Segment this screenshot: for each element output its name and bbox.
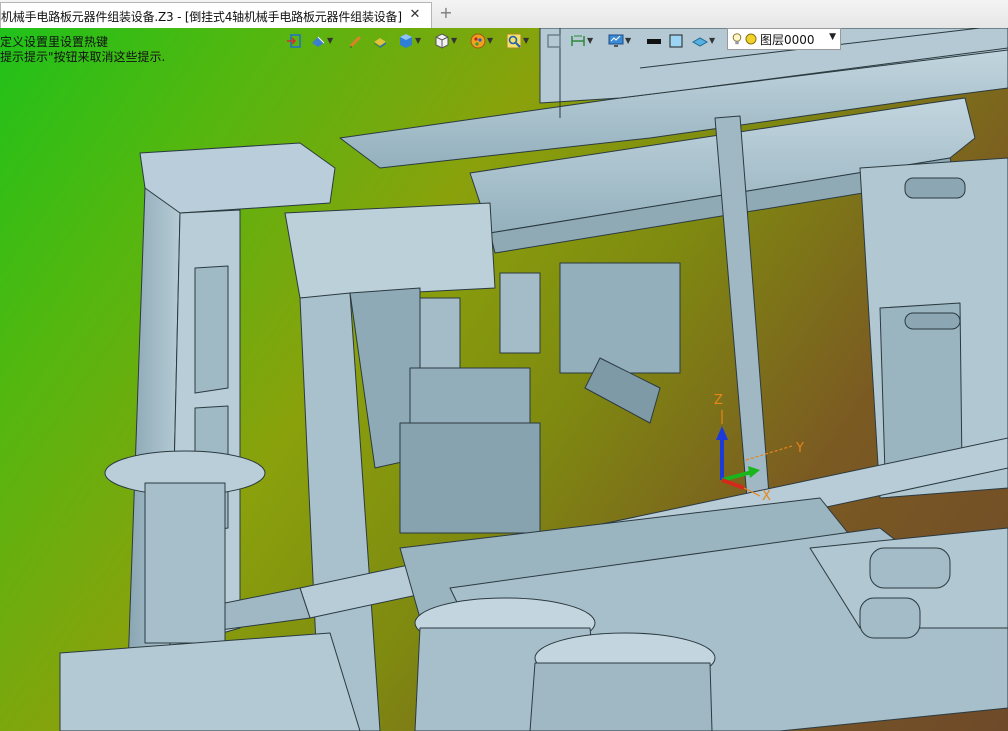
- layer-name: 图层0000: [760, 32, 815, 47]
- document-tab-bar: 机械手电路板元器件组装设备.Z3 - [倒挂式4轴机械手电路板元器件组装设备] …: [0, 0, 1008, 29]
- layer-color-icon: [745, 33, 757, 45]
- color-icon: [647, 39, 661, 44]
- view-align-icon: [287, 34, 301, 48]
- chevron-down-icon: ▼: [709, 36, 716, 45]
- background-color-button[interactable]: [668, 30, 684, 52]
- z-axis-arrow: [716, 426, 728, 440]
- display-settings-button[interactable]: ▼: [608, 30, 632, 52]
- plane-button[interactable]: ▼: [692, 30, 716, 52]
- document-tab-title: 机械手电路板元器件组装设备.Z3 - [倒挂式4轴机械手电路板元器件组装设备]: [1, 10, 402, 24]
- chevron-down-icon: ▼: [587, 36, 594, 45]
- chevron-down-icon: ▼: [829, 32, 836, 42]
- chevron-down-icon: ▼: [451, 36, 458, 45]
- wire-view-button[interactable]: ▼: [434, 30, 458, 52]
- box-display-button[interactable]: [372, 30, 388, 52]
- hint-line-2: 提示提示"按钮来取消这些提示.: [0, 50, 166, 64]
- background-color-icon: [669, 34, 683, 48]
- dimension-icon: [571, 35, 585, 46]
- view-align-button[interactable]: [286, 30, 302, 52]
- chevron-down-icon: ▼: [487, 36, 494, 45]
- solid-view-button[interactable]: ▼: [398, 30, 422, 52]
- color-button[interactable]: [646, 30, 662, 52]
- render-mode-icon: [312, 36, 325, 47]
- chevron-down-icon: ▼: [523, 36, 530, 45]
- frame-button[interactable]: [546, 30, 562, 52]
- 3d-viewport[interactable]: 定义设置里设置热键 提示提示"按钮来取消这些提示. ▼ ▼ ▼ ▼ ▼ ▼ ▼ …: [0, 28, 1008, 731]
- box-display-icon: [374, 38, 386, 48]
- y-axis-label: Y: [795, 441, 804, 456]
- chevron-down-icon: ▼: [415, 36, 422, 45]
- appearance-button[interactable]: ▼: [470, 30, 494, 52]
- dimension-button[interactable]: ▼: [570, 30, 594, 52]
- close-tab-icon[interactable]: ✕: [407, 7, 423, 23]
- render-mode-button[interactable]: ▼: [310, 30, 334, 52]
- zoom-icon: [506, 33, 522, 49]
- display-settings-icon: [608, 34, 624, 47]
- solid-cube-icon: [400, 34, 412, 48]
- layer-dropdown[interactable]: 图层0000 ▼: [727, 28, 841, 50]
- frame-icon: [547, 34, 561, 48]
- z-axis-label: Z: [714, 393, 723, 408]
- chevron-down-icon: ▼: [625, 36, 632, 45]
- x-axis-label: X: [762, 489, 771, 503]
- appearance-icon: [470, 33, 486, 49]
- zoom-button[interactable]: ▼: [506, 30, 530, 52]
- document-tab[interactable]: 机械手电路板元器件组装设备.Z3 - [倒挂式4轴机械手电路板元器件组装设备] …: [0, 2, 432, 28]
- bulb-icon: [732, 33, 742, 45]
- axis-triad: Z Y X: [714, 393, 804, 503]
- sketch-icon: [349, 35, 362, 48]
- new-tab-button[interactable]: +: [438, 5, 454, 21]
- wire-cube-icon: [435, 33, 449, 49]
- y-axis-arrow: [748, 466, 760, 478]
- chevron-down-icon: ▼: [327, 36, 334, 45]
- sketch-button[interactable]: [348, 30, 364, 52]
- plane-icon: [692, 37, 708, 47]
- machine-model: [59, 28, 1008, 731]
